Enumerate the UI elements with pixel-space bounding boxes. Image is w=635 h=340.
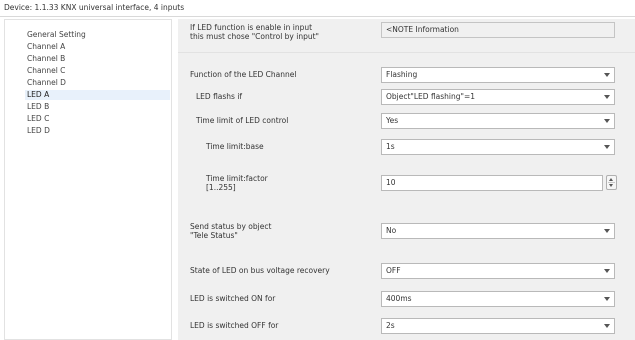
chevron-down-icon: [604, 269, 610, 273]
chevron-down-icon: [604, 229, 610, 233]
stepper-down-icon[interactable]: [609, 184, 613, 187]
sidebar: General Setting Channel A Channel B Chan…: [4, 19, 172, 340]
sidebar-item-channel-b[interactable]: Channel B: [27, 54, 65, 64]
recovery-value: OFF: [386, 266, 401, 275]
off-for-label: LED is switched OFF for: [190, 321, 279, 330]
send-status-select[interactable]: No: [381, 223, 615, 239]
time-factor-stepper[interactable]: [606, 175, 617, 190]
off-for-value: 2s: [386, 321, 395, 330]
time-factor-label-line2: [1..255]: [206, 183, 236, 192]
note-label-line1: If LED function is enable in input: [190, 23, 313, 32]
sidebar-item-led-c[interactable]: LED C: [27, 114, 49, 124]
chevron-down-icon: [604, 145, 610, 149]
note-info-field: <NOTE Information: [381, 22, 615, 38]
parameter-panel: If LED function is enable in input this …: [178, 19, 635, 340]
sidebar-item-channel-d[interactable]: Channel D: [27, 78, 66, 88]
on-for-label: LED is switched ON for: [190, 294, 276, 303]
window-titlebar: Device: 1.1.33 KNX universal interface, …: [0, 0, 635, 17]
window-title: Device: 1.1.33 KNX universal interface, …: [4, 3, 185, 12]
sidebar-item-led-d[interactable]: LED D: [27, 126, 50, 136]
chevron-down-icon: [604, 297, 610, 301]
chevron-down-icon: [604, 95, 610, 99]
time-factor-input[interactable]: 10: [381, 175, 603, 191]
chevron-down-icon: [604, 119, 610, 123]
sidebar-item-led-b[interactable]: LED B: [27, 102, 49, 112]
recovery-select[interactable]: OFF: [381, 263, 615, 279]
chevron-down-icon: [604, 324, 610, 328]
send-status-value: No: [386, 226, 397, 235]
sidebar-item-channel-a[interactable]: Channel A: [27, 42, 65, 52]
flashes-if-label: LED flashs if: [196, 92, 243, 101]
chevron-down-icon: [604, 73, 610, 77]
sidebar-item-channel-c[interactable]: Channel C: [27, 66, 65, 76]
send-status-label-line2: "Tele Status": [190, 231, 238, 240]
function-label: Function of the LED Channel: [190, 70, 297, 79]
time-factor-label-line1: Time limit:factor: [206, 174, 268, 183]
time-limit-label: Time limit of LED control: [196, 116, 289, 125]
time-base-value: 1s: [386, 142, 395, 151]
time-base-select[interactable]: 1s: [381, 139, 615, 155]
function-value: Flashing: [386, 70, 418, 79]
note-info-value: <NOTE Information: [386, 25, 459, 34]
flashes-if-select[interactable]: Object"LED flashing"=1: [381, 89, 615, 105]
stepper-up-icon[interactable]: [609, 178, 613, 181]
sidebar-item-general-setting[interactable]: General Setting: [27, 30, 86, 40]
time-factor-value: 10: [386, 178, 396, 187]
note-label-line2: this must chose "Control by input": [190, 32, 320, 41]
on-for-select[interactable]: 400ms: [381, 291, 615, 307]
off-for-select[interactable]: 2s: [381, 318, 615, 334]
on-for-value: 400ms: [386, 294, 412, 303]
time-limit-value: Yes: [386, 116, 399, 125]
recovery-label: State of LED on bus voltage recovery: [190, 266, 330, 275]
stepper-divider: [608, 182, 615, 183]
sidebar-item-led-a[interactable]: LED A: [25, 90, 170, 100]
row-divider: [178, 52, 635, 53]
flashes-if-value: Object"LED flashing"=1: [386, 92, 476, 101]
function-select[interactable]: Flashing: [381, 67, 615, 83]
time-base-label: Time limit:base: [206, 142, 264, 151]
send-status-label-line1: Send status by object: [190, 222, 272, 231]
time-limit-select[interactable]: Yes: [381, 113, 615, 129]
